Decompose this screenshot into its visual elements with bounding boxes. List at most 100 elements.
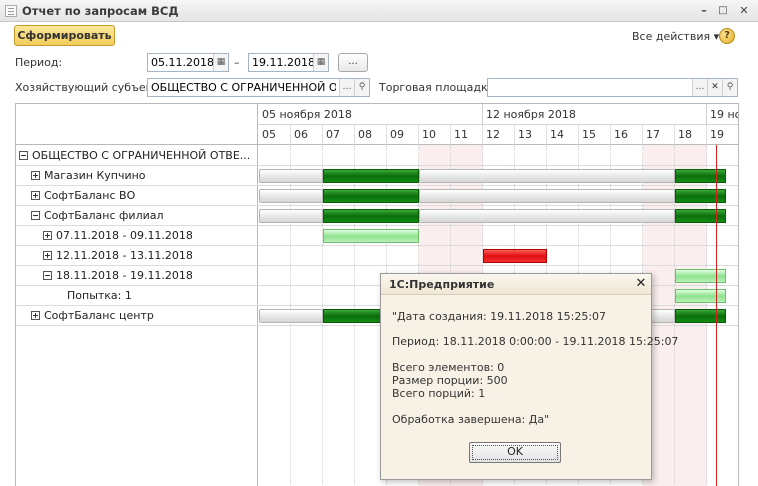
gantt-bar-grey[interactable] <box>259 169 323 183</box>
platform-label: Торговая площадка: <box>379 81 499 94</box>
period-select-button[interactable]: ... <box>338 53 368 72</box>
period-label: Период: <box>15 56 63 69</box>
search-icon[interactable]: ⚲ <box>354 79 369 96</box>
day-separator <box>290 124 291 145</box>
tree-row-label: СофтБаланс ВО <box>44 189 136 202</box>
tree-row[interactable]: Магазин Купчино <box>31 166 146 186</box>
day-label: 16 <box>614 128 628 141</box>
day-separator <box>322 124 323 145</box>
period-dash: – <box>234 56 240 69</box>
gantt-bar-grey[interactable] <box>259 309 323 323</box>
day-separator <box>514 124 515 145</box>
gantt-bar-grey[interactable] <box>259 209 323 223</box>
tree-row[interactable]: 12.11.2018 - 13.11.2018 <box>43 246 193 266</box>
gantt-bar-red[interactable] <box>483 249 547 263</box>
day-label: 05 <box>262 128 276 141</box>
tree-row-label: Магазин Купчино <box>44 169 146 182</box>
day-label: 15 <box>582 128 596 141</box>
gantt-bar-ltgreen[interactable] <box>675 289 726 303</box>
day-label: 13 <box>518 128 532 141</box>
dialog-status: Обработка завершена: Да" <box>392 413 550 426</box>
gantt-bar-dkgreen[interactable] <box>675 309 726 323</box>
document-icon <box>5 5 17 17</box>
gantt-bar-ltgreen[interactable] <box>323 229 419 243</box>
gantt-bar-dkgreen[interactable] <box>323 209 419 223</box>
dialog-titlebar: 1С:Предприятие ✕ <box>381 274 651 295</box>
expand-icon[interactable] <box>43 231 52 240</box>
day-label: 09 <box>390 128 404 141</box>
tree-row[interactable]: Попытка: 1 <box>67 286 132 306</box>
dialog-ok-button[interactable]: OK <box>469 442 561 463</box>
dialog-total-portions: Всего порций: 1 <box>392 387 486 400</box>
collapse-icon[interactable] <box>31 211 40 220</box>
day-separator <box>450 124 451 145</box>
tree-row-label: 18.11.2018 - 19.11.2018 <box>56 269 193 282</box>
tree-row-label: СофтБаланс центр <box>44 309 154 322</box>
collapse-icon[interactable] <box>19 151 28 160</box>
day-separator <box>482 124 483 145</box>
dialog-total-elements: Всего элементов: 0 <box>392 361 505 374</box>
tree-row[interactable]: 18.11.2018 - 19.11.2018 <box>43 266 193 286</box>
day-label: 14 <box>550 128 564 141</box>
gantt-bar-dkgreen[interactable] <box>675 169 726 183</box>
tree-row[interactable]: 07.11.2018 - 09.11.2018 <box>43 226 193 246</box>
tree-row[interactable]: СофтБаланс центр <box>31 306 154 326</box>
gantt-bar-dkgreen[interactable] <box>323 169 419 183</box>
help-icon[interactable]: ? <box>719 28 735 44</box>
day-separator <box>386 124 387 145</box>
period-to-field[interactable]: 19.11.2018 ▦ <box>248 53 329 72</box>
tree-row-label: 07.11.2018 - 09.11.2018 <box>56 229 193 242</box>
tree-row[interactable]: СофтБаланс ВО <box>31 186 135 206</box>
dialog-close-button[interactable]: ✕ <box>633 276 649 292</box>
day-separator <box>674 124 675 145</box>
expand-icon[interactable] <box>31 191 40 200</box>
minimize-button[interactable]: – <box>695 2 713 19</box>
today-marker <box>716 145 717 486</box>
tree-row-label: Попытка: 1 <box>67 289 132 302</box>
period-from-field[interactable]: 05.11.2018 ▦ <box>147 53 229 72</box>
close-button[interactable]: ✕ <box>735 2 753 19</box>
gantt-bar-grey[interactable] <box>419 209 675 223</box>
entity-label: Хозяйствующий субъект: <box>15 81 163 94</box>
maximize-button[interactable]: □ <box>714 2 732 19</box>
day-label: 07 <box>326 128 340 141</box>
gantt-bar-grey[interactable] <box>419 189 675 203</box>
calendar-icon[interactable]: ▦ <box>313 54 328 71</box>
calendar-icon[interactable]: ▦ <box>213 54 228 71</box>
gantt-bar-ltgreen[interactable] <box>675 269 726 283</box>
day-separator <box>578 124 579 145</box>
expand-icon[interactable] <box>31 311 40 320</box>
expand-icon[interactable] <box>43 251 52 260</box>
gantt-bar-grey[interactable] <box>259 189 323 203</box>
select-dots-icon[interactable]: … <box>339 79 354 96</box>
clear-icon[interactable]: ✕ <box>707 79 722 96</box>
day-separator <box>642 124 643 145</box>
header-divider <box>258 124 738 125</box>
day-label: 11 <box>454 128 468 141</box>
entity-field[interactable]: ОБЩЕСТВО С ОГРАНИЧЕННОЙ ОТВЕТСТВЕННОСТЬЮ… <box>147 78 370 97</box>
platform-field[interactable]: … ✕ ⚲ <box>487 78 738 97</box>
search-icon[interactable]: ⚲ <box>722 79 737 96</box>
day-label: 06 <box>294 128 308 141</box>
expand-icon[interactable] <box>31 171 40 180</box>
tree-row[interactable]: ОБЩЕСТВО С ОГРАНИЧЕННОЙ ОТВЕ... <box>19 146 250 166</box>
week-separator <box>706 104 707 124</box>
day-separator <box>418 124 419 145</box>
week-label: 12 ноября 2018 <box>486 108 576 121</box>
tree-row[interactable]: СофтБаланс филиал <box>31 206 164 226</box>
collapse-icon[interactable] <box>43 271 52 280</box>
gantt-bar-dkgreen[interactable] <box>675 189 726 203</box>
day-separator <box>610 124 611 145</box>
tree-row-label: СофтБаланс филиал <box>44 209 164 222</box>
all-actions-menu[interactable]: Все действия ▾ <box>632 30 719 43</box>
gantt-bar-grey[interactable] <box>419 169 675 183</box>
day-separator <box>354 124 355 145</box>
gantt-bar-dkgreen[interactable] <box>675 209 726 223</box>
window-titlebar: Отчет по запросам ВСД – □ ✕ <box>0 0 758 22</box>
select-dots-icon[interactable]: … <box>692 79 707 96</box>
day-label: 12 <box>486 128 500 141</box>
gantt-bar-dkgreen[interactable] <box>323 189 419 203</box>
day-label: 19 <box>710 128 724 141</box>
day-label: 10 <box>422 128 436 141</box>
generate-button[interactable]: Сформировать <box>14 25 115 46</box>
